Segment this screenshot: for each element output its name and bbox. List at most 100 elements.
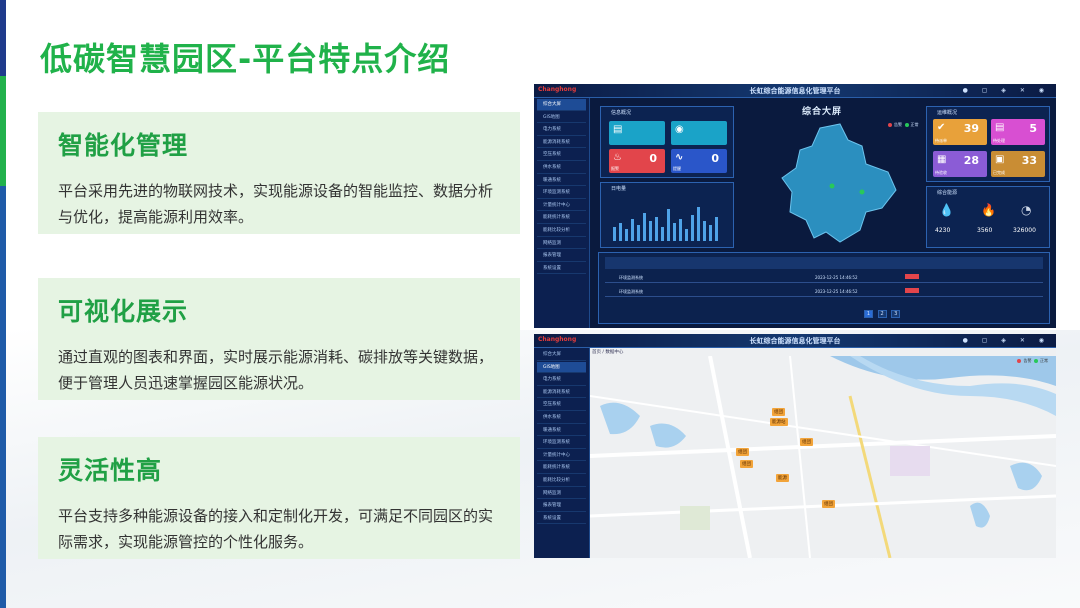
fire-icon: ♨: [613, 152, 622, 163]
ops-tile[interactable]: ▤ 5 待处理: [991, 119, 1045, 145]
panel-title: 信息概况: [611, 110, 632, 116]
row-time: 2023-12-25 14:46:52: [815, 275, 858, 280]
dashboard-screenshot: Changhong 长虹综合能源信息化管理平台 ● ▢ ◈ ✕ ◉ 综合大屏 G…: [534, 84, 1056, 328]
ops-count: 39: [963, 122, 979, 135]
topbar-icons: ● ▢ ◈ ✕ ◉: [962, 87, 1050, 94]
sidebar-item[interactable]: 网络监测: [537, 238, 586, 250]
sidebar-item[interactable]: 能源消耗系统: [537, 137, 586, 149]
table-row[interactable]: 环境监测系统 2023-12-25 14:46:52: [605, 271, 1043, 283]
energy-panel: 综合能源 💧 🔥 ◔ 4230 3560 326000: [926, 186, 1050, 248]
feature-text: 通过直观的图表和界面，实时展示能源消耗、碳排放等关键数据，便于管理人员迅速掌握园…: [58, 348, 494, 392]
table-header: [605, 257, 1043, 269]
sidebar-item[interactable]: 暖通系统: [537, 175, 586, 187]
feature-card-smart-management: 智能化管理 平台采用先进的物联网技术，实现能源设备的智能监控、数据分析与优化，提…: [38, 112, 520, 234]
map-topbar: Changhong 长虹综合能源信息化管理平台 ● ▢ ◈ ✕ ◉: [534, 334, 1056, 348]
sidebar-item[interactable]: 能耗统计系统: [537, 212, 586, 224]
page-button[interactable]: 2: [877, 310, 887, 318]
panel-title: 综合能源: [937, 190, 958, 196]
alarm-tile[interactable]: ♨ 0 报警: [609, 149, 665, 173]
sidebar-item[interactable]: 供水系统: [537, 412, 586, 424]
ops-label: 待处理: [993, 138, 1005, 143]
row-system: 环境监测系统: [619, 275, 643, 280]
sidebar-item[interactable]: GIS地图: [537, 361, 586, 374]
chat-icon: ◉: [675, 124, 684, 135]
sidebar-item[interactable]: 供水系统: [537, 162, 586, 174]
sidebar-item[interactable]: 综合大屏: [537, 99, 586, 111]
map-pin[interactable]: 能源: [776, 474, 789, 482]
sidebar-item[interactable]: 计量统计中心: [537, 450, 586, 462]
sidebar-item[interactable]: 能耗统计系统: [537, 462, 586, 474]
ops-count: 28: [963, 154, 979, 167]
row-system: 环境监测系统: [619, 289, 643, 294]
breadcrumb: 首页 / 数据中心: [592, 350, 624, 355]
sidebar-item[interactable]: 网络监测: [537, 488, 586, 500]
map-pin[interactable]: 组团: [740, 460, 753, 468]
sidebar-item[interactable]: 空压系统: [537, 399, 586, 411]
page-button[interactable]: 1: [864, 310, 873, 318]
ops-tile[interactable]: ✔ 39 待派单: [933, 119, 987, 145]
left-accent-bar: [0, 0, 6, 608]
big-screen-title: 综合大屏: [802, 107, 843, 117]
sidebar-item[interactable]: 报表管理: [537, 250, 586, 262]
reminder-label: 提醒: [673, 166, 681, 171]
row-time: 2023-12-25 14:46:52: [815, 289, 858, 294]
info-tile[interactable]: ▤: [609, 121, 665, 145]
ops-tile[interactable]: ▣ 33 已完成: [991, 151, 1045, 177]
flame-icon: 🔥: [981, 203, 996, 217]
event-table: 环境监测系统 2023-12-25 14:46:52 环境监测系统 2023-1…: [598, 252, 1050, 324]
sidebar-item[interactable]: 空压系统: [537, 149, 586, 161]
sidebar-item[interactable]: 能耗比较分析: [537, 225, 586, 237]
map-pin[interactable]: 组团: [800, 438, 813, 446]
reminder-tile[interactable]: ∿ 0 提醒: [671, 149, 727, 173]
map-marker[interactable]: [859, 189, 865, 195]
sidebar-item[interactable]: 系统设置: [537, 263, 586, 275]
gauge-icon: ◔: [1021, 203, 1032, 217]
sidebar-item[interactable]: 计量统计中心: [537, 200, 586, 212]
sidebar-item[interactable]: 环境监测系统: [537, 187, 586, 199]
ops-tile[interactable]: ▦ 28 待验收: [933, 151, 987, 177]
sidebar-item[interactable]: 能耗比较分析: [537, 475, 586, 487]
map-pin[interactable]: 组团: [822, 500, 835, 508]
map-marker[interactable]: [829, 183, 835, 189]
feature-text: 平台支持多种能源设备的接入和定制化开发，可满足不同园区的实际需求，实现能源管控的…: [58, 507, 494, 551]
map-pin[interactable]: 组团: [736, 448, 749, 456]
user-check-icon: ✔: [937, 122, 946, 133]
page-title: 低碳智慧园区-平台特点介绍: [40, 40, 451, 78]
info-tile[interactable]: ◉: [671, 121, 727, 145]
ops-count: 5: [1029, 122, 1037, 135]
map-screenshot: Changhong 长虹综合能源信息化管理平台 ● ▢ ◈ ✕ ◉ 综合大屏 G…: [534, 334, 1056, 558]
ops-count: 33: [1021, 154, 1037, 167]
ops-panel: 运维概况 ✔ 39 待派单 ▤ 5 待处理 ▦ 28 待验收 ▣ 33 已完成: [926, 106, 1050, 182]
dashboard-topbar: Changhong 长虹综合能源信息化管理平台 ● ▢ ◈ ✕ ◉: [534, 84, 1056, 98]
map-pin[interactable]: 能源站: [770, 418, 788, 426]
alarm-label: 报警: [611, 166, 619, 171]
sidebar-item[interactable]: 暖通系统: [537, 425, 586, 437]
feature-heading: 智能化管理: [58, 131, 189, 160]
sidebar-item[interactable]: 能源消耗系统: [537, 387, 586, 399]
legend-normal: 正常: [910, 122, 919, 127]
map-pin[interactable]: 组团: [772, 408, 785, 416]
box-icon: ▣: [995, 154, 1005, 165]
sidebar-item[interactable]: 环境监测系统: [537, 437, 586, 449]
feature-card-flexibility: 灵活性高 平台支持多种能源设备的接入和定制化开发，可满足不同园区的实际需求，实现…: [38, 437, 520, 559]
water-icon: 💧: [939, 203, 954, 217]
pagination: 1 2 3: [864, 310, 903, 318]
topbar-icons: ● ▢ ◈ ✕ ◉: [962, 337, 1050, 344]
row-status: [905, 274, 919, 279]
gis-map[interactable]: 组团 能源站 组团 组团 组团 能源 组团: [590, 356, 1056, 558]
map-legend: 告警 正常: [1017, 358, 1048, 364]
sidebar-item[interactable]: 综合大屏: [537, 349, 586, 361]
ops-label: 待验收: [935, 170, 947, 175]
ops-label: 待派单: [935, 138, 947, 143]
sidebar-item[interactable]: 报表管理: [537, 500, 586, 512]
sidebar-item[interactable]: 系统设置: [537, 513, 586, 525]
air-value: 326000: [1013, 227, 1036, 234]
sidebar-item[interactable]: 电力系统: [537, 374, 586, 386]
page-button[interactable]: 3: [891, 310, 901, 318]
sidebar-item[interactable]: 电力系统: [537, 124, 586, 136]
sidebar-item[interactable]: GIS地图: [537, 112, 586, 124]
table-row[interactable]: 环境监测系统 2023-12-25 14:46:52: [605, 285, 1043, 297]
panel-title: 运维概况: [937, 110, 958, 116]
info-panel: 信息概况 ▤ ◉ ♨ 0 报警 ∿ 0 提醒: [600, 106, 734, 178]
feature-card-visualization: 可视化展示 通过直观的图表和界面，实时展示能源消耗、碳排放等关键数据，便于管理人…: [38, 278, 520, 400]
